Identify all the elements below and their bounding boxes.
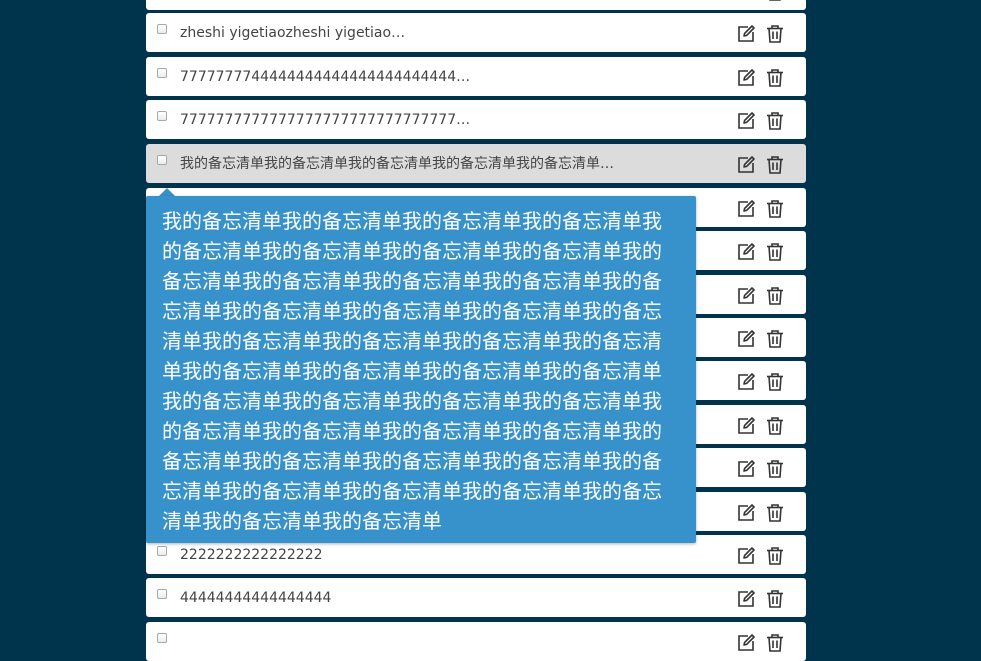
edit-icon[interactable]	[736, 286, 756, 306]
edit-icon[interactable]	[736, 633, 756, 653]
todo-text: 44444444444444444	[180, 590, 332, 606]
edit-icon[interactable]	[736, 155, 756, 175]
trash-icon[interactable]	[765, 329, 785, 349]
todo-row[interactable]	[146, 0, 806, 10]
todo-row[interactable]: 44444444444444444	[146, 578, 806, 617]
trash-icon[interactable]	[765, 372, 785, 392]
todo-row[interactable]: 7777777777777777777777777777777…	[146, 100, 806, 139]
todo-checkbox[interactable]	[157, 111, 167, 121]
trash-icon[interactable]	[765, 68, 785, 88]
trash-icon[interactable]	[765, 416, 785, 436]
todo-checkbox[interactable]	[157, 155, 167, 165]
edit-icon[interactable]	[736, 24, 756, 44]
todo-row[interactable]: zheshi yigetiaozheshi yigetiao…	[146, 13, 806, 52]
edit-icon[interactable]	[736, 68, 756, 88]
edit-icon[interactable]	[736, 372, 756, 392]
trash-icon[interactable]	[765, 242, 785, 262]
trash-icon[interactable]	[765, 633, 785, 653]
todo-row[interactable]	[146, 622, 806, 661]
todo-row-hovered[interactable]: 我的备忘清单我的备忘清单我的备忘清单我的备忘清单我的备忘清单…	[146, 144, 806, 183]
edit-icon[interactable]	[736, 0, 756, 2]
edit-icon[interactable]	[736, 416, 756, 436]
trash-icon[interactable]	[765, 589, 785, 609]
todo-text: 我的备忘清单我的备忘清单我的备忘清单我的备忘清单我的备忘清单…	[180, 156, 614, 172]
trash-icon[interactable]	[765, 111, 785, 131]
todo-checkbox[interactable]	[157, 546, 167, 556]
todo-row[interactable]: 7777777744444444444444444444444…	[146, 57, 806, 96]
tooltip-text: 我的备忘清单我的备忘清单我的备忘清单我的备忘清单我的备忘清单我的备忘清单我的备忘…	[162, 209, 662, 533]
edit-icon[interactable]	[736, 503, 756, 523]
trash-icon[interactable]	[765, 0, 785, 2]
trash-icon[interactable]	[765, 546, 785, 566]
todo-text: zheshi yigetiaozheshi yigetiao…	[180, 25, 406, 41]
todo-checkbox[interactable]	[157, 24, 167, 34]
edit-icon[interactable]	[736, 199, 756, 219]
trash-icon[interactable]	[765, 155, 785, 175]
trash-icon[interactable]	[765, 199, 785, 219]
edit-icon[interactable]	[736, 459, 756, 479]
edit-icon[interactable]	[736, 589, 756, 609]
trash-icon[interactable]	[765, 503, 785, 523]
edit-icon[interactable]	[736, 329, 756, 349]
trash-icon[interactable]	[765, 459, 785, 479]
todo-text: 2222222222222222	[180, 547, 323, 563]
todo-text: 7777777777777777777777777777777…	[180, 112, 471, 128]
edit-icon[interactable]	[736, 242, 756, 262]
trash-icon[interactable]	[765, 24, 785, 44]
todo-checkbox[interactable]	[157, 589, 167, 599]
edit-icon[interactable]	[736, 111, 756, 131]
trash-icon[interactable]	[765, 286, 785, 306]
edit-icon[interactable]	[736, 546, 756, 566]
tooltip: 我的备忘清单我的备忘清单我的备忘清单我的备忘清单我的备忘清单我的备忘清单我的备忘…	[146, 196, 696, 543]
todo-checkbox[interactable]	[157, 68, 167, 78]
todo-text: 7777777744444444444444444444444…	[180, 69, 471, 85]
